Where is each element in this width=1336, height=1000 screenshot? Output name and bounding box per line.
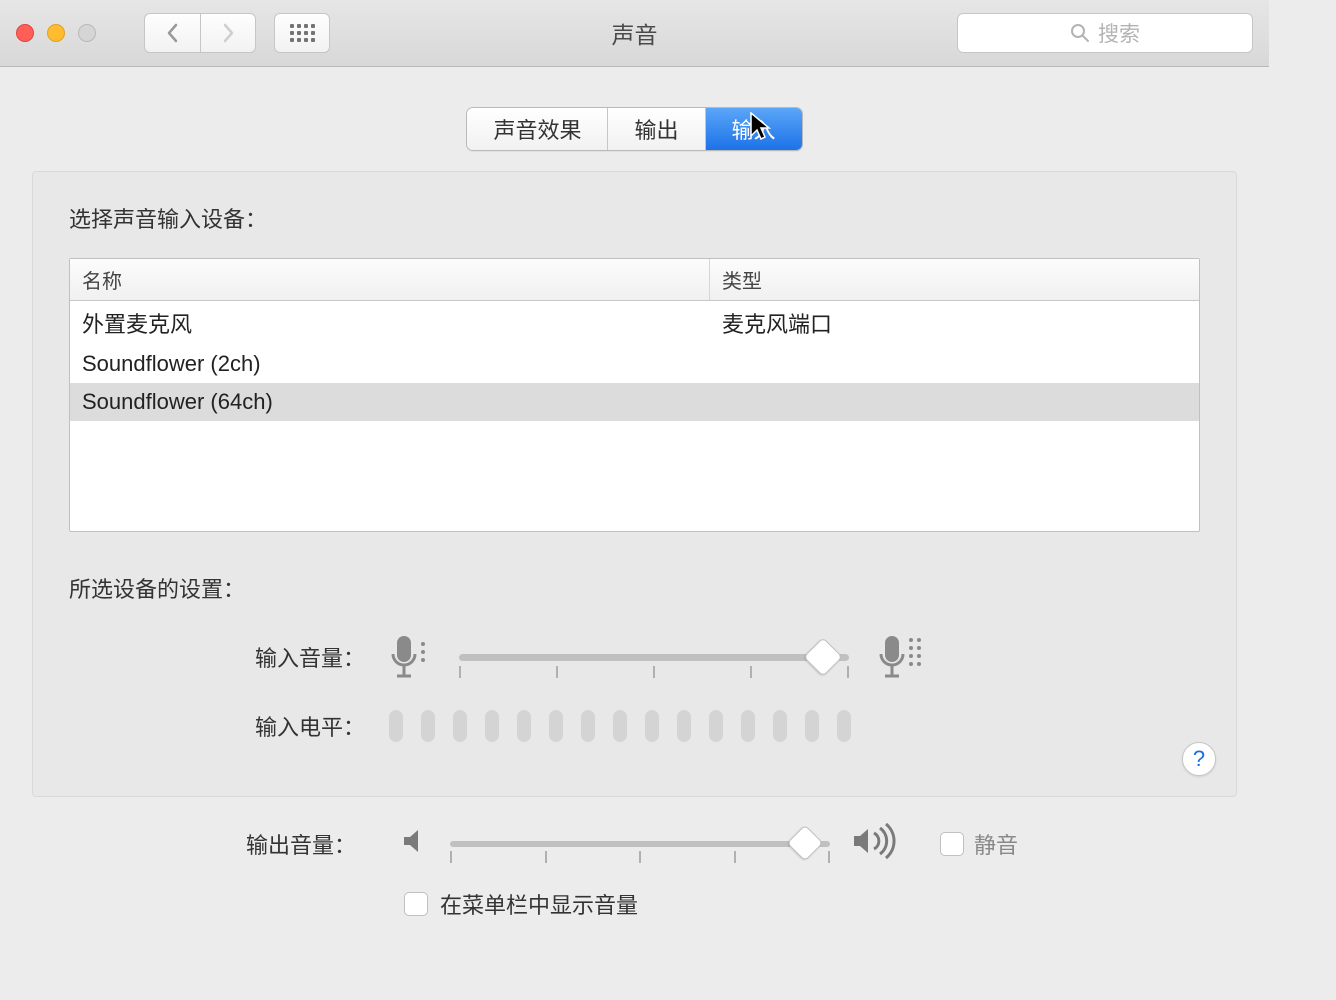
sound-preferences-window: 声音 搜索 声音效果 输出 输入 选择声音输入设备： 名称 类型 外置麦克风 [0, 0, 1269, 946]
back-button[interactable] [144, 13, 200, 53]
tab-sound-effects[interactable]: 声音效果 [467, 108, 608, 150]
level-segment [677, 710, 691, 742]
table-header: 名称 类型 [70, 259, 1199, 301]
mic-high-icon [877, 632, 927, 682]
tab-bar: 声音效果 输出 输入 [0, 107, 1269, 151]
output-volume-slider[interactable] [450, 841, 830, 847]
device-name: 外置麦克风 [70, 301, 710, 345]
output-volume-label: 输出音量： [60, 828, 380, 860]
level-segment [421, 710, 435, 742]
select-device-label: 选择声音输入设备： [69, 202, 1200, 234]
level-segment [613, 710, 627, 742]
show-in-menubar-row: 在菜单栏中显示音量 [404, 888, 1209, 920]
forward-button[interactable] [200, 13, 256, 53]
column-name[interactable]: 名称 [70, 259, 710, 300]
device-type [710, 383, 1199, 421]
mute-checkbox[interactable] [940, 832, 964, 856]
chevron-left-icon [166, 23, 180, 43]
show-in-menubar-label: 在菜单栏中显示音量 [440, 888, 638, 920]
mic-low-icon [389, 632, 431, 682]
show-all-button[interactable] [274, 13, 330, 53]
level-segment [581, 710, 595, 742]
mute-label: 静音 [974, 828, 1018, 860]
speaker-high-icon [850, 823, 900, 864]
level-segment [805, 710, 819, 742]
help-button[interactable]: ? [1182, 742, 1216, 776]
level-segment [453, 710, 467, 742]
level-segment [389, 710, 403, 742]
table-body: 外置麦克风 麦克风端口 Soundflower (2ch) Soundflowe… [70, 301, 1199, 531]
window-title: 声音 [612, 16, 658, 50]
input-level-row: 输入电平： [69, 710, 1200, 742]
device-type: 麦克风端口 [710, 301, 1199, 345]
mute-control: 静音 [940, 828, 1018, 860]
input-level-label: 输入电平： [69, 710, 389, 742]
search-icon [1070, 23, 1090, 43]
traffic-lights [16, 24, 96, 42]
chevron-right-icon [221, 23, 235, 43]
main-panel: 选择声音输入设备： 名称 类型 外置麦克风 麦克风端口 Soundflower … [32, 171, 1237, 797]
nav-buttons [144, 13, 256, 53]
device-name: Soundflower (2ch) [70, 345, 710, 383]
level-segment [517, 710, 531, 742]
input-volume-label: 输入音量： [69, 641, 389, 673]
table-blank [70, 421, 1199, 531]
level-segment [549, 710, 563, 742]
input-level-meter [389, 710, 1200, 742]
zoom-button [78, 24, 96, 42]
table-row[interactable]: 外置麦克风 麦克风端口 [70, 301, 1199, 345]
minimize-button[interactable] [47, 24, 65, 42]
tab-output[interactable]: 输出 [608, 108, 705, 150]
show-in-menubar-checkbox[interactable] [404, 892, 428, 916]
level-segment [741, 710, 755, 742]
device-type [710, 345, 1199, 383]
input-volume-row: 输入音量： [69, 632, 1200, 682]
table-row[interactable]: Soundflower (64ch) [70, 383, 1199, 421]
close-button[interactable] [16, 24, 34, 42]
slider-ticks [450, 851, 830, 863]
level-segment [773, 710, 787, 742]
search-input[interactable]: 搜索 [957, 13, 1253, 53]
output-section: 输出音量： 静音 在菜单栏中显示音量 [0, 823, 1269, 920]
settings-header: 所选设备的设置： [69, 572, 1200, 604]
column-type[interactable]: 类型 [710, 259, 1199, 300]
segmented-control: 声音效果 输出 输入 [466, 107, 802, 151]
input-volume-control [389, 632, 1200, 682]
tab-input[interactable]: 输入 [706, 108, 802, 150]
titlebar: 声音 搜索 [0, 0, 1269, 67]
level-segment [645, 710, 659, 742]
table-row[interactable]: Soundflower (2ch) [70, 345, 1199, 383]
slider-ticks [459, 666, 849, 678]
output-volume-row: 输出音量： 静音 [60, 823, 1209, 864]
level-segment [837, 710, 851, 742]
device-name: Soundflower (64ch) [70, 383, 710, 421]
search-placeholder: 搜索 [1098, 18, 1140, 48]
level-segment [709, 710, 723, 742]
speaker-low-icon [400, 826, 430, 861]
input-volume-slider[interactable] [459, 654, 849, 661]
device-table: 名称 类型 外置麦克风 麦克风端口 Soundflower (2ch) Soun… [69, 258, 1200, 532]
level-segment [485, 710, 499, 742]
grid-icon [290, 24, 315, 42]
